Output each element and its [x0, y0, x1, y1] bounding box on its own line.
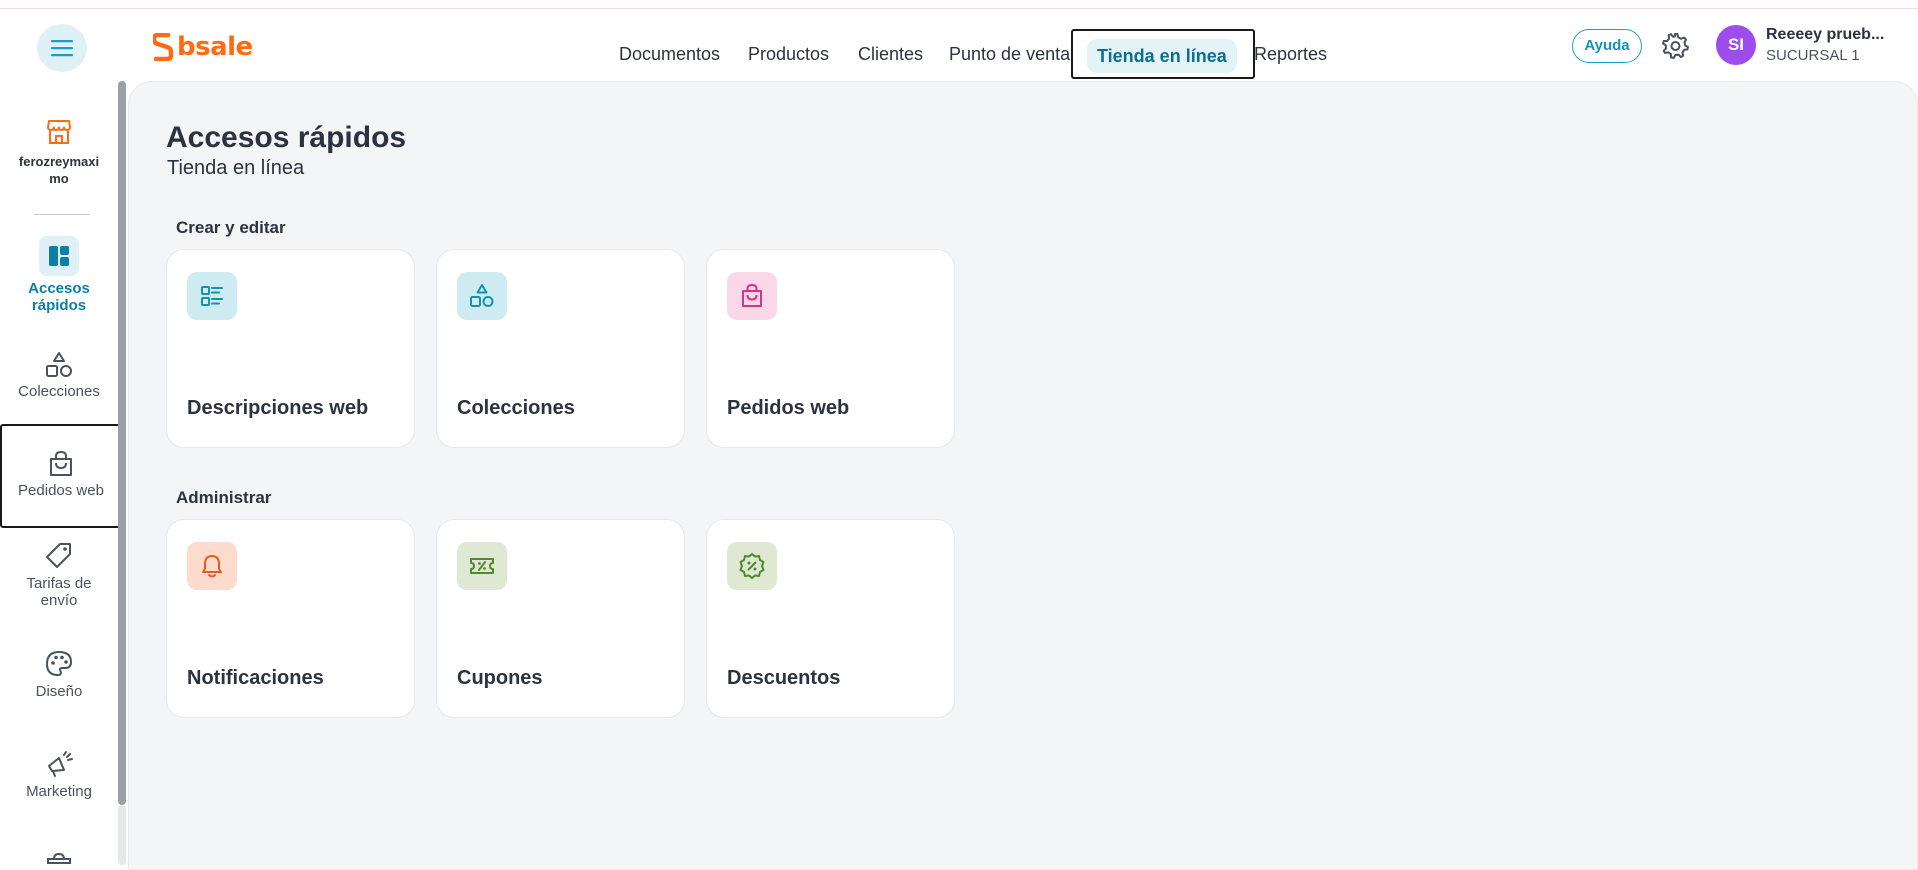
sidebar-store[interactable]: ferozreymaxi mo [0, 117, 118, 197]
list-icon [201, 286, 223, 306]
sidebar-item-accesos-rapidos-iconbox [39, 236, 79, 276]
shapes-icon [46, 352, 72, 377]
top-header: bsale Documentos Productos Clientes Punt… [0, 9, 1918, 81]
sidebar-item-label: Tarifas de [26, 575, 92, 592]
shopping-bag-icon [50, 450, 72, 476]
sidebar-store-name-line1: ferozreymaxi [18, 154, 100, 169]
user-branch: SUCURSAL 1 [1766, 47, 1860, 64]
user-avatar[interactable]: SI [1716, 25, 1756, 65]
card-descripciones-web[interactable]: Descripciones web [166, 249, 415, 448]
nav-tienda-en-linea-label: Tienda en línea [1087, 39, 1237, 73]
sidebar-item-tarifas-de-envio[interactable]: Tarifas de envío [0, 541, 118, 621]
sidebar-divider [34, 214, 90, 215]
card-label: Pedidos web [727, 397, 850, 419]
sidebar-item-diseno[interactable]: Diseño [0, 649, 118, 719]
hamburger-icon [51, 40, 73, 57]
page-title: Accesos rápidos [166, 121, 407, 154]
sidebar: ferozreymaxi mo Accesos rápidos Coleccio… [0, 81, 126, 870]
gear-icon[interactable] [1660, 31, 1690, 61]
card-label: Descripciones web [187, 397, 369, 419]
nav-punto-de-venta[interactable]: Punto de venta [949, 29, 1070, 79]
card-icon-box [457, 272, 507, 320]
card-icon-box [727, 542, 777, 590]
bsale-logo[interactable]: bsale [153, 30, 253, 64]
shopping-bag-icon [742, 283, 762, 307]
card-colecciones[interactable]: Colecciones [436, 249, 685, 448]
sidebar-item-label: envío [40, 592, 78, 609]
card-cupones[interactable]: Cupones [436, 519, 685, 718]
sidebar-item-colecciones[interactable]: Colecciones [0, 351, 118, 421]
card-notificaciones[interactable]: Notificaciones [166, 519, 415, 718]
sidebar-item-label: Marketing [26, 783, 92, 800]
sidebar-item-accesos-rapidos[interactable]: Accesos rápidos [0, 236, 118, 316]
storefront-icon [47, 120, 71, 144]
card-icon-box [727, 272, 777, 320]
sidebar-item-pedidos-web[interactable]: Pedidos web [0, 424, 122, 528]
sidebar-item-marketing[interactable]: Marketing [0, 749, 118, 819]
card-label: Colecciones [457, 397, 575, 419]
card-icon-box [187, 542, 237, 590]
card-label: Descuentos [727, 667, 841, 689]
sidebar-item-label: Diseño [35, 683, 83, 700]
megaphone-icon [48, 751, 73, 777]
bell-icon [202, 555, 222, 578]
tag-icon [46, 543, 71, 568]
shapes-icon [470, 284, 494, 307]
sidebar-item-more[interactable] [0, 851, 118, 870]
page-subtitle: Tienda en línea [167, 157, 305, 179]
user-name[interactable]: Reeeey prueb... [1766, 26, 1916, 44]
card-label: Cupones [457, 667, 543, 689]
basket-icon [47, 852, 71, 864]
card-icon-box [457, 542, 507, 590]
nav-documentos[interactable]: Documentos [619, 29, 720, 79]
nav-reportes[interactable]: Reportes [1254, 29, 1327, 79]
sidebar-store-name-line2: mo [49, 171, 69, 186]
card-label: Notificaciones [187, 667, 324, 689]
sidebar-item-label: Colecciones [18, 383, 100, 400]
section-title-administrar: Administrar [176, 488, 272, 507]
top-strip [0, 0, 1918, 9]
card-icon-box [187, 272, 237, 320]
section-title-crear-y-editar: Crear y editar [176, 218, 286, 237]
bsale-logo-text: bsale [177, 32, 253, 62]
sidebar-scrollbar-track[interactable] [118, 805, 126, 865]
sidebar-item-label: rápidos [31, 297, 87, 314]
card-descuentos[interactable]: Descuentos [706, 519, 955, 718]
dashboard-icon [49, 246, 69, 266]
card-pedidos-web[interactable]: Pedidos web [706, 249, 955, 448]
help-button[interactable]: Ayuda [1572, 29, 1642, 63]
sidebar-item-label: Accesos [28, 280, 90, 297]
discount-badge-icon [739, 553, 765, 579]
sidebar-scrollbar-thumb[interactable] [118, 81, 126, 805]
nav-clientes[interactable]: Clientes [858, 29, 923, 79]
bsale-logo-icon [153, 33, 173, 61]
sidebar-item-label: Pedidos web [18, 482, 104, 499]
palette-icon [46, 651, 72, 676]
ticket-icon [470, 558, 494, 574]
main-content [128, 81, 1918, 870]
nav-productos[interactable]: Productos [748, 29, 829, 79]
hamburger-menu-button[interactable] [37, 24, 87, 72]
nav-tienda-en-linea[interactable]: Tienda en línea [1071, 29, 1255, 79]
